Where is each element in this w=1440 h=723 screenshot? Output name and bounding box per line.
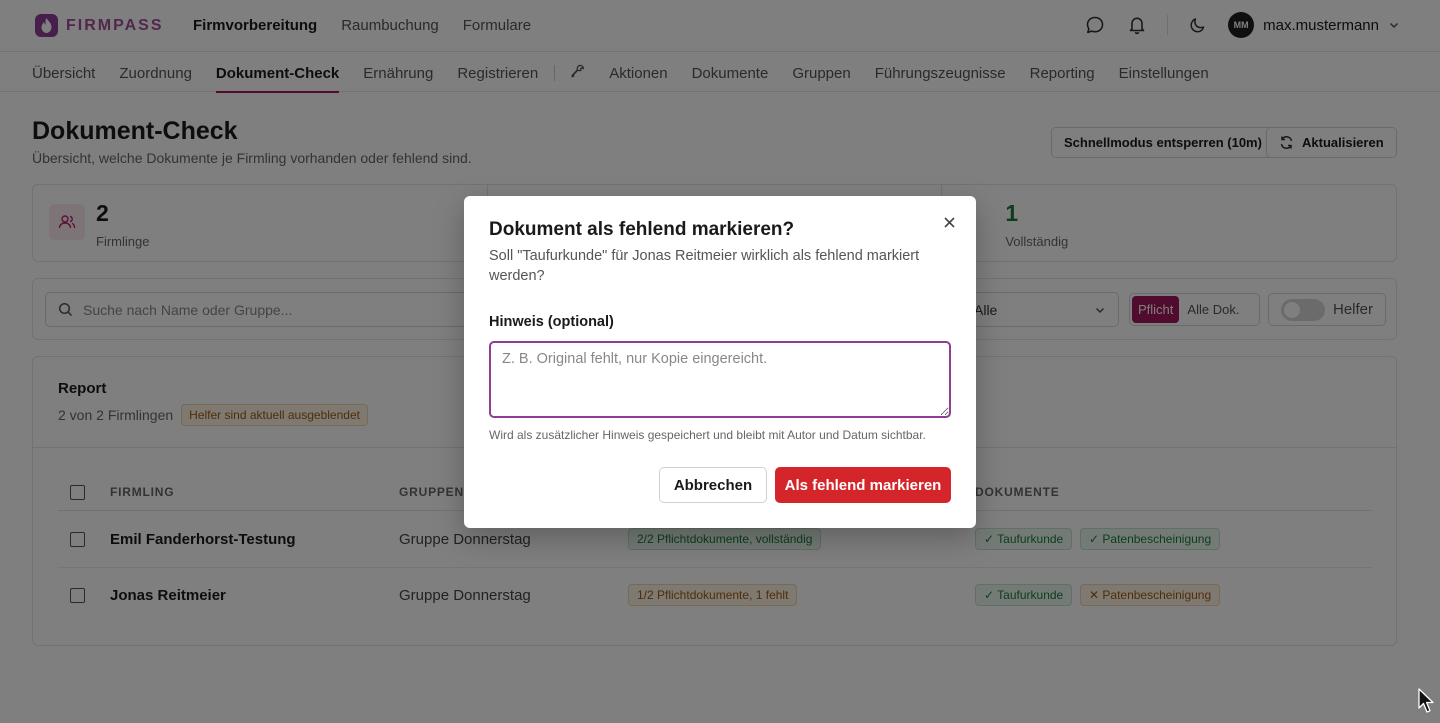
confirm-dialog: Dokument als fehlend markieren? Soll "Ta… (464, 196, 976, 528)
cursor-icon (1418, 688, 1438, 719)
cancel-button[interactable]: Abbrechen (659, 467, 767, 503)
help-text: Wird als zusätzlicher Hinweis gespeicher… (489, 428, 926, 442)
note-textarea[interactable] (489, 341, 951, 418)
confirm-button[interactable]: Als fehlend markieren (775, 467, 951, 503)
dialog-description: Soll "Taufurkunde" für Jonas Reitmeier w… (489, 248, 920, 284)
field-label: Hinweis (optional) (489, 314, 614, 330)
close-icon[interactable] (940, 213, 958, 231)
dialog-title: Dokument als fehlend markieren? (489, 219, 795, 240)
